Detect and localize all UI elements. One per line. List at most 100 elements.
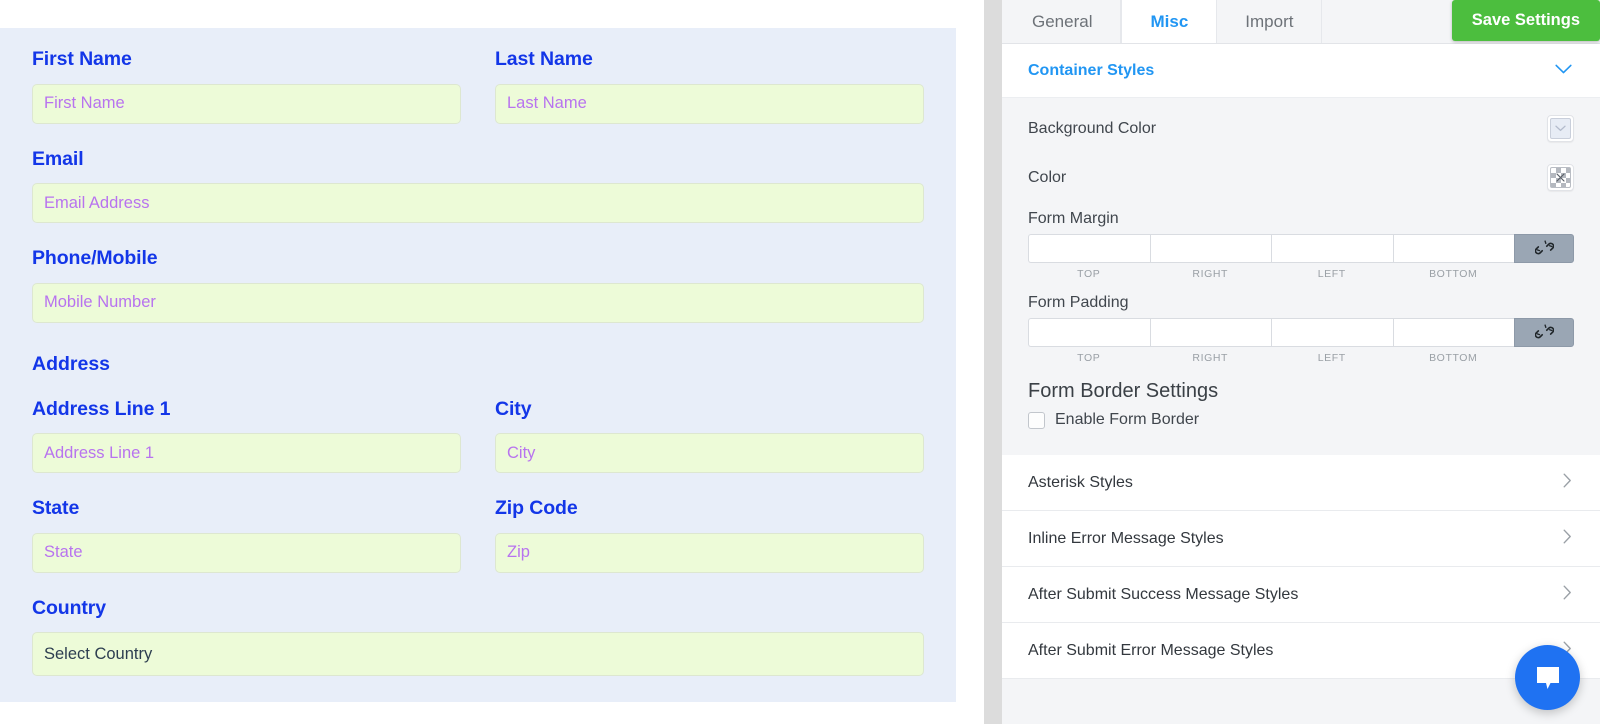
- container-styles-body: Background Color Color Form Margin TOP R…: [1002, 98, 1600, 455]
- inline-error-message-styles-label: Inline Error Message Styles: [1028, 529, 1224, 547]
- address-city-row: Address Line 1 City: [32, 378, 924, 473]
- country-select-value: Select Country: [44, 644, 153, 663]
- form-padding-top-cell: TOP: [1028, 318, 1150, 364]
- color-swatch-button[interactable]: [1547, 164, 1574, 191]
- asterisk-styles-label: Asterisk Styles: [1028, 473, 1133, 491]
- asterisk-styles-section[interactable]: Asterisk Styles: [1002, 455, 1600, 511]
- form-border-settings-heading: Form Border Settings: [1028, 380, 1219, 402]
- form-padding-bottom-sublabel: BOTTOM: [1429, 352, 1478, 364]
- address-line-1-input[interactable]: [32, 433, 461, 473]
- background-color-swatch-button[interactable]: [1547, 115, 1574, 142]
- form-margin-left-sublabel: LEFT: [1317, 268, 1346, 280]
- country-field-group: Country Select Country: [32, 573, 924, 676]
- form-margin-row: TOP RIGHT LEFT BOTTOM: [1028, 234, 1574, 280]
- container-styles-accordion-header[interactable]: Container Styles: [1002, 44, 1600, 98]
- settings-tabbar: General Misc Import Save Settings: [1002, 0, 1600, 44]
- tab-general[interactable]: General: [1004, 0, 1122, 43]
- color-option: Color: [1028, 153, 1574, 202]
- first-name-field-group: First Name: [32, 28, 461, 124]
- state-input[interactable]: [32, 532, 461, 573]
- last-name-input[interactable]: [495, 83, 924, 124]
- city-field-group: City: [495, 378, 924, 473]
- after-submit-success-message-styles-label: After Submit Success Message Styles: [1028, 585, 1299, 603]
- form-margin-right-sublabel: RIGHT: [1192, 268, 1229, 280]
- form-padding-left-cell: LEFT: [1271, 318, 1393, 364]
- form-padding-group: Form Padding TOP RIGHT LEFT BOTTOM: [1028, 286, 1574, 364]
- form-margin-label: Form Margin: [1028, 210, 1119, 227]
- app-screen: First Name Last Name Email Phone/Mobile …: [0, 0, 1600, 724]
- form-padding-right-sublabel: RIGHT: [1192, 352, 1229, 364]
- form-padding-top-sublabel: TOP: [1077, 352, 1101, 364]
- phone-input[interactable]: [32, 282, 924, 323]
- form-preview-pane: First Name Last Name Email Phone/Mobile …: [0, 0, 984, 724]
- form-margin-bottom-sublabel: BOTTOM: [1429, 268, 1478, 280]
- form-margin-group: Form Margin TOP RIGHT LEFT BOTTOM: [1028, 202, 1574, 280]
- email-label: Email: [32, 147, 84, 170]
- address-line-1-field-group: Address Line 1: [32, 378, 461, 473]
- enable-form-border-label: Enable Form Border: [1055, 411, 1200, 428]
- tab-import-label: Import: [1245, 11, 1294, 31]
- tab-general-label: General: [1032, 11, 1093, 31]
- form-padding-unlink-button[interactable]: [1514, 318, 1574, 347]
- first-name-input[interactable]: [32, 83, 461, 124]
- last-name-field-group: Last Name: [495, 28, 924, 124]
- tab-import[interactable]: Import: [1217, 0, 1323, 43]
- form-margin-left-input[interactable]: [1271, 234, 1393, 263]
- form-padding-right-cell: RIGHT: [1149, 318, 1271, 364]
- unlink-icon: [1534, 240, 1554, 255]
- city-label: City: [495, 397, 532, 420]
- phone-label: Phone/Mobile: [32, 247, 158, 269]
- form-margin-top-sublabel: TOP: [1077, 268, 1101, 280]
- form-margin-bottom-input[interactable]: [1392, 234, 1514, 263]
- background-color-option: Background Color: [1028, 104, 1574, 153]
- country-label: Country: [32, 596, 107, 619]
- settings-body: Container Styles Background Color Color …: [1002, 44, 1600, 679]
- form-margin-right-cell: RIGHT: [1149, 234, 1271, 280]
- after-submit-error-message-styles-section[interactable]: After Submit Error Message Styles: [1002, 623, 1600, 679]
- state-label: State: [32, 497, 80, 519]
- address-group-heading: Address: [32, 352, 111, 375]
- background-color-label: Background Color: [1028, 119, 1157, 137]
- zip-code-input[interactable]: [495, 532, 924, 573]
- inline-error-message-styles-section[interactable]: Inline Error Message Styles: [1002, 511, 1600, 567]
- form-padding-right-input[interactable]: [1149, 318, 1271, 347]
- first-name-label: First Name: [32, 48, 132, 70]
- form-margin-unlink-button[interactable]: [1514, 234, 1574, 263]
- save-settings-button[interactable]: Save Settings: [1451, 0, 1600, 41]
- form-padding-bottom-input[interactable]: [1392, 318, 1514, 347]
- close-x-icon: [1556, 173, 1565, 182]
- form-padding-left-input[interactable]: [1271, 318, 1393, 347]
- form-container: First Name Last Name Email Phone/Mobile …: [0, 28, 956, 702]
- form-padding-bottom-cell: BOTTOM: [1392, 318, 1514, 364]
- chevron-down-icon: [1555, 63, 1572, 78]
- form-margin-top-input[interactable]: [1028, 234, 1150, 263]
- tab-misc[interactable]: Misc: [1121, 0, 1218, 43]
- zip-code-field-group: Zip Code: [495, 473, 924, 573]
- settings-pane: General Misc Import Save Settings Contai…: [1002, 0, 1600, 724]
- form-margin-bottom-cell: BOTTOM: [1392, 234, 1514, 280]
- form-margin-top-cell: TOP: [1028, 234, 1150, 280]
- email-input[interactable]: [32, 183, 924, 223]
- form-padding-left-sublabel: LEFT: [1317, 352, 1346, 364]
- state-zip-row: State Zip Code: [32, 473, 924, 573]
- chevron-right-icon: [1563, 529, 1572, 548]
- unlink-icon: [1534, 324, 1554, 339]
- tab-misc-label: Misc: [1150, 11, 1189, 31]
- country-select[interactable]: Select Country: [32, 632, 924, 676]
- pane-divider-scrollbar[interactable]: [984, 0, 1002, 724]
- enable-form-border-checkbox[interactable]: [1028, 411, 1045, 429]
- chat-bubble-icon: [1536, 666, 1559, 689]
- form-margin-right-input[interactable]: [1149, 234, 1271, 263]
- chat-widget-button[interactable]: [1515, 645, 1580, 710]
- chevron-right-icon: [1563, 585, 1572, 604]
- city-input[interactable]: [495, 433, 924, 473]
- after-submit-success-message-styles-section[interactable]: After Submit Success Message Styles: [1002, 567, 1600, 623]
- form-padding-top-input[interactable]: [1028, 318, 1150, 347]
- color-label: Color: [1028, 168, 1067, 186]
- chevron-right-icon: [1563, 473, 1572, 492]
- color-swatch-preview: [1550, 118, 1571, 139]
- transparent-swatch-preview: [1550, 167, 1571, 188]
- enable-form-border-row[interactable]: Enable Form Border: [1028, 411, 1574, 435]
- after-submit-error-message-styles-label: After Submit Error Message Styles: [1028, 641, 1274, 659]
- swatch-chevron-down-icon: [1555, 125, 1566, 132]
